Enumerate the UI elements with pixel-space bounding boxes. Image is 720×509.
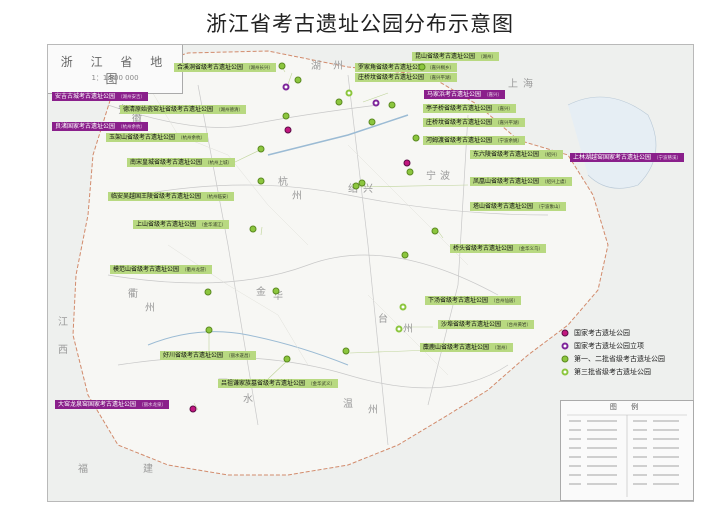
site-marker[interactable] xyxy=(282,112,290,120)
region-label: 湖 xyxy=(311,61,321,72)
site-label: 下汤省级考古遗址公园 （台州仙居） xyxy=(425,296,522,305)
site-label: 南宋皇城省级考古遗址公园 （杭州上城） xyxy=(127,158,236,167)
site-marker[interactable] xyxy=(283,355,291,363)
site-marker[interactable] xyxy=(282,83,290,91)
national-project-icon xyxy=(561,342,569,350)
site-marker[interactable] xyxy=(345,89,353,97)
site-marker[interactable] xyxy=(418,63,426,71)
site-marker[interactable] xyxy=(278,62,286,70)
map-legend-symbols xyxy=(567,414,687,497)
site-label: 吕祖谦家族墓省级考古遗址公园 （金华武义） xyxy=(218,379,339,388)
site-marker[interactable] xyxy=(294,76,302,84)
site-marker[interactable] xyxy=(189,405,197,413)
site-marker[interactable] xyxy=(388,101,396,109)
inset-scale: 1：1 800 000 xyxy=(91,74,139,82)
site-marker[interactable] xyxy=(401,251,409,259)
region-label: 杭 xyxy=(278,177,288,188)
site-label: 大窑龙泉窑国家考古遗址公园 （丽水龙泉） xyxy=(55,400,170,409)
site-marker[interactable] xyxy=(257,145,265,153)
site-label: 良渚国家考古遗址公园 （杭州余杭） xyxy=(52,122,149,131)
site-marker[interactable] xyxy=(257,177,265,185)
site-label: 好川省级考古遗址公园 （丽水遂昌） xyxy=(160,351,257,360)
site-marker[interactable] xyxy=(395,325,403,333)
legend-item: 国家考古遗址公园立项 xyxy=(561,340,665,353)
inset-map-title-box: 浙 江 省 地 图 1：1 800 000 xyxy=(48,45,183,94)
site-label: 模范山省级考古遗址公园 （衢州龙游） xyxy=(110,265,213,274)
legend-item: 国家考古遗址公园 xyxy=(561,327,665,340)
site-marker[interactable] xyxy=(204,288,212,296)
region-label: 州 xyxy=(403,324,413,335)
site-label: 庄桥坟省级考古遗址公园 （嘉兴平湖） xyxy=(423,118,526,127)
site-label: 上林湖越窑国家考古遗址公园 （宁波慈溪） xyxy=(570,153,685,162)
site-label: 罗家角省级考古遗址公园 （嘉兴桐乡） xyxy=(355,63,458,72)
site-label: 东六陵省级考古遗址公园 （绍兴） xyxy=(470,150,564,159)
site-marker[interactable] xyxy=(431,227,439,235)
site-label: 塔山省级考古遗址公园 （宁波象山） xyxy=(470,202,567,211)
region-label: 水 xyxy=(243,394,253,405)
site-marker[interactable] xyxy=(399,303,407,311)
region-label: 衢 xyxy=(128,289,138,300)
site-label: 上山省级考古遗址公园 （金华浦江） xyxy=(133,220,230,229)
site-label: 河姆渡省级考古遗址公园 （宁波余姚） xyxy=(423,136,526,145)
site-marker[interactable] xyxy=(342,347,350,355)
region-label: 建 xyxy=(143,464,153,475)
site-label: 德清原始瓷窑址省级考古遗址公园 （湖州德清） xyxy=(120,105,247,114)
site-marker[interactable] xyxy=(284,126,292,134)
site-label: 麋鹿山省级考古遗址公园 （温州） xyxy=(420,343,514,352)
page-title: 浙江省考古遗址公园分布示意图 xyxy=(206,12,514,36)
region-label: 宁 xyxy=(426,171,436,182)
legend-item: 第一、二批省级考古遗址公园 xyxy=(561,353,665,366)
map-symbol-legend: 图 例 xyxy=(560,400,694,501)
site-marker[interactable] xyxy=(372,99,380,107)
region-label: 江 xyxy=(58,317,68,328)
site-marker[interactable] xyxy=(358,179,366,187)
site-marker[interactable] xyxy=(335,98,343,106)
region-label: 州 xyxy=(292,191,302,202)
site-marker[interactable] xyxy=(272,287,280,295)
category-legend: 国家考古遗址公园 国家考古遗址公园立项 第一、二批省级考古遗址公园 第三批省级考… xyxy=(561,327,665,379)
region-label: 海 xyxy=(523,79,533,90)
site-marker[interactable] xyxy=(403,159,411,167)
region-label: 金 xyxy=(256,287,266,298)
region-label: 温 xyxy=(343,399,353,410)
region-label: 西 xyxy=(58,345,68,356)
legend-item: 第三批省级考古遗址公园 xyxy=(561,366,665,379)
site-label: 桥头省级考古遗址公园 （金华义乌） xyxy=(450,244,547,253)
site-label: 庄桥坟省级考古遗址公园 （嘉兴平湖） xyxy=(355,73,458,82)
region-label: 台 xyxy=(378,314,388,325)
sea-area xyxy=(567,96,657,189)
site-marker[interactable] xyxy=(205,326,213,334)
region-label: 州 xyxy=(333,61,343,72)
site-label: 玉架山省级考古遗址公园 （杭州余杭） xyxy=(106,133,209,142)
region-label: 州 xyxy=(368,405,378,416)
national-site-icon xyxy=(561,329,569,337)
site-label: 凤凰山省级考古遗址公园 （绍兴上虞） xyxy=(470,177,573,186)
site-label: 临安吴越国王陵省级考古遗址公园 （杭州临安） xyxy=(108,192,235,201)
site-marker[interactable] xyxy=(412,134,420,142)
site-marker[interactable] xyxy=(406,168,414,176)
province-outline xyxy=(72,50,609,476)
region-label: 州 xyxy=(145,303,155,314)
site-label: 亭子桥省级考古遗址公园 （嘉兴） xyxy=(423,104,517,113)
region-label: 福 xyxy=(78,464,88,475)
region-label: 上 xyxy=(508,79,518,90)
provincial-site-icon xyxy=(561,355,569,363)
provincial-third-batch-icon xyxy=(561,368,569,376)
site-marker[interactable] xyxy=(249,225,257,233)
site-label: 昆山省级考古遗址公园 （湖州） xyxy=(412,52,500,61)
site-label: 合溪洞省级考古遗址公园 （湖州长兴） xyxy=(174,63,277,72)
site-label: 安吉古城考古遗址公园 （湖州安吉） xyxy=(52,92,149,101)
site-label: 马家浜考古遗址公园 （嘉兴） xyxy=(424,90,506,99)
site-marker[interactable] xyxy=(368,118,376,126)
site-label: 沙埠省级考古遗址公园 （台州黄岩） xyxy=(438,320,535,329)
region-label: 波 xyxy=(440,171,450,182)
